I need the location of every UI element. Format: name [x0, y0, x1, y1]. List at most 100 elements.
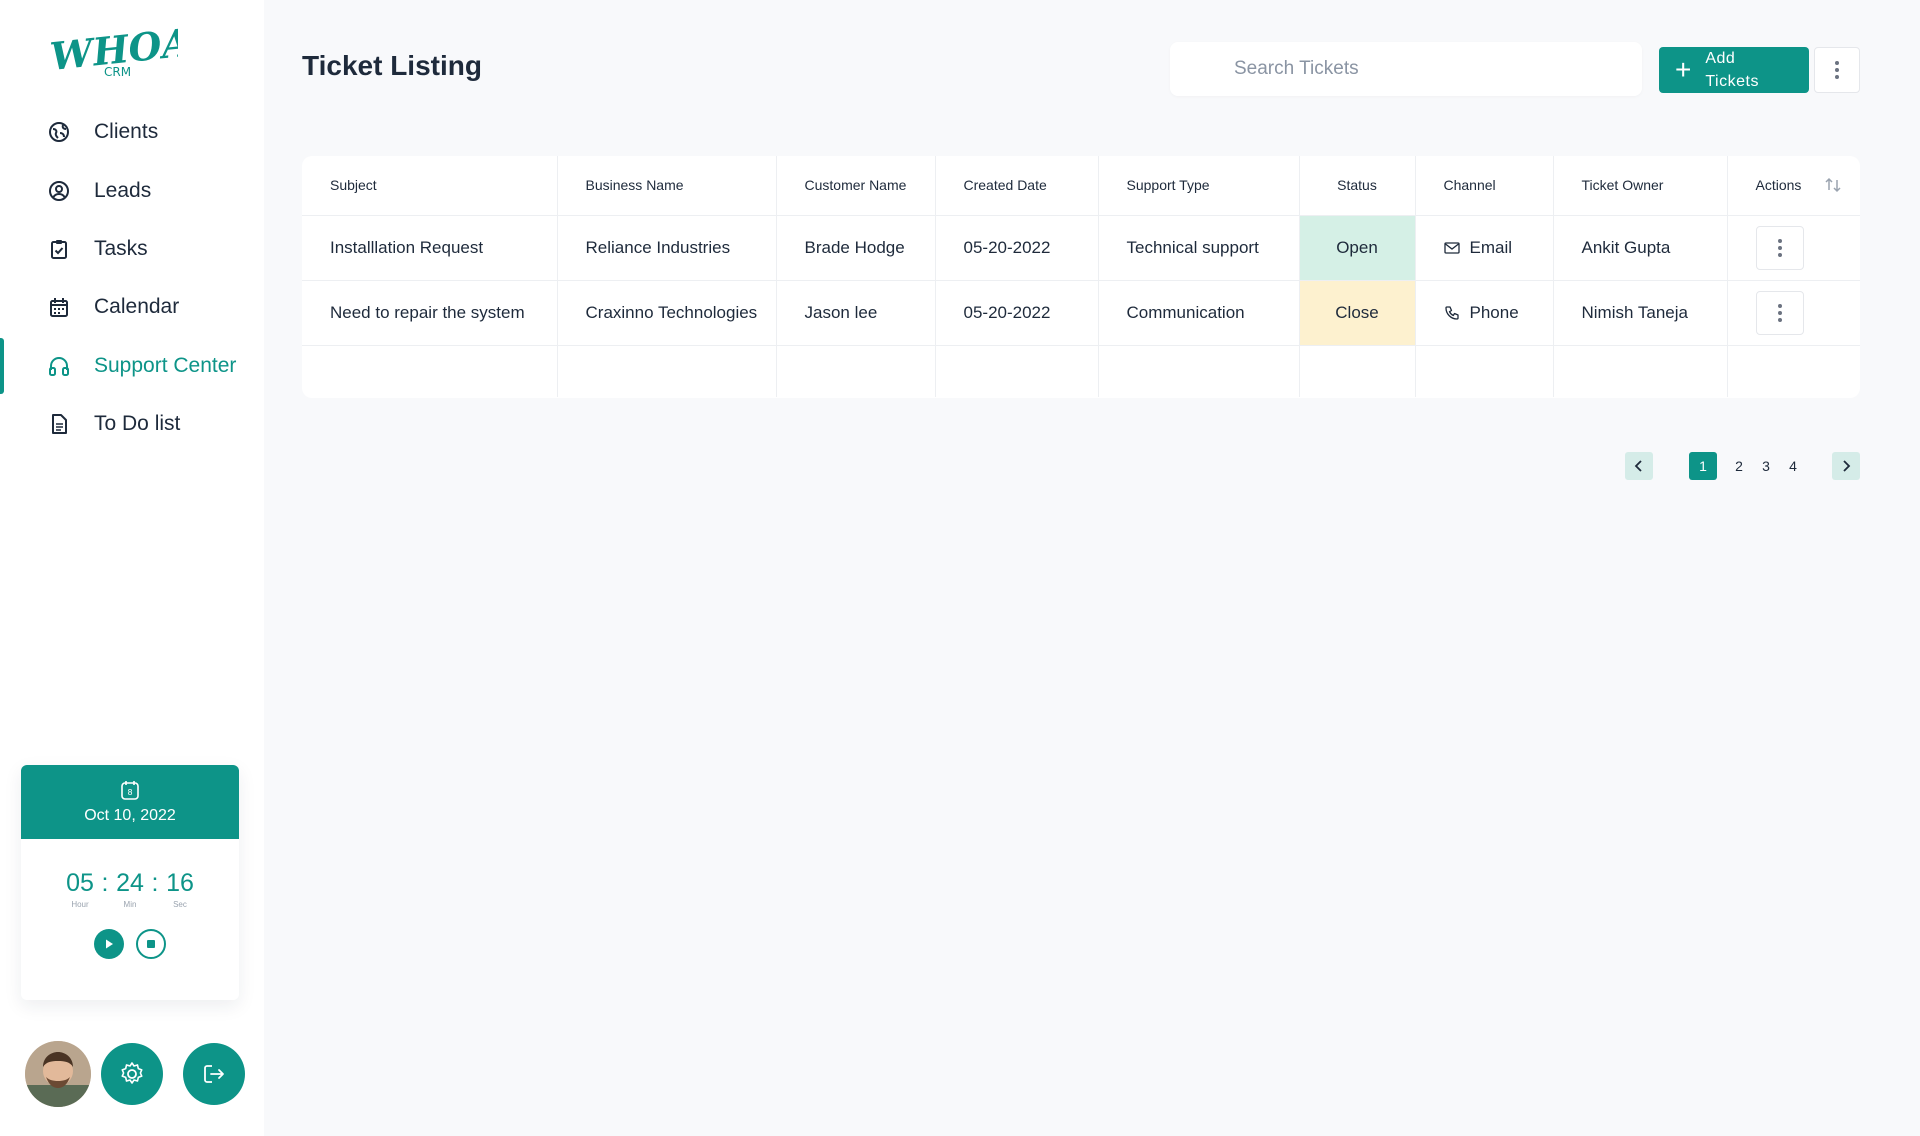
globe-icon: [48, 121, 70, 143]
add-tickets-label-line1: Add: [1705, 50, 1736, 67]
column-header-created-date[interactable]: Created Date: [935, 156, 1099, 216]
pagination-page-4[interactable]: 4: [1779, 452, 1807, 480]
empty-cell: [1299, 345, 1416, 397]
chevron-left-icon: [1634, 460, 1642, 472]
sidebar-item-to-do-list[interactable]: To Do list: [0, 396, 264, 452]
sidebar-item-support-center[interactable]: Support Center: [0, 338, 264, 394]
column-header-customer-name[interactable]: Customer Name: [776, 156, 936, 216]
timer-separator: :: [101, 869, 109, 897]
status-badge: Open: [1299, 215, 1416, 281]
cell-customer-name: Brade Hodge: [776, 215, 936, 281]
column-header-status[interactable]: Status: [1299, 156, 1416, 216]
table-row[interactable]: Installlation Request Reliance Industrie…: [302, 215, 1860, 281]
settings-button[interactable]: [101, 1043, 163, 1105]
table-empty-row: [302, 345, 1860, 397]
cell-business-name: Reliance Industries: [557, 215, 777, 281]
timer-play-button[interactable]: [94, 929, 124, 959]
cell-customer-name: Jason lee: [776, 280, 936, 346]
gear-icon: [121, 1062, 143, 1084]
timer-hours-label: Hour: [71, 900, 89, 909]
cell-support-type: Technical support: [1098, 215, 1300, 281]
phone-icon: [1444, 305, 1459, 320]
timer-seconds: 16: [166, 869, 194, 897]
timer-minutes: 24: [116, 869, 144, 897]
sidebar-item-label: Tasks: [94, 237, 148, 260]
sidebar-item-label: Clients: [94, 120, 159, 143]
headphones-icon: [48, 355, 70, 377]
row-actions-button[interactable]: [1755, 290, 1804, 335]
pagination-prev-button[interactable]: [1625, 452, 1653, 480]
user-circle-icon: [48, 180, 70, 202]
timer-date: Oct 10, 2022: [84, 807, 176, 824]
calendar-icon: [48, 296, 70, 318]
column-header-channel[interactable]: Channel: [1415, 156, 1554, 216]
cell-ticket-owner: Ankit Gupta: [1553, 215, 1728, 281]
timer-separator: :: [151, 869, 159, 897]
empty-cell: [1727, 345, 1860, 397]
column-header-ticket-owner[interactable]: Ticket Owner: [1553, 156, 1728, 216]
page-title: Ticket Listing: [302, 50, 482, 81]
channel-label: Email: [1469, 237, 1513, 257]
cell-created-date: 05-20-2022: [935, 215, 1099, 281]
actions-header-label: Actions: [1755, 177, 1802, 194]
status-badge: Close: [1299, 280, 1416, 346]
avatar[interactable]: [25, 1041, 91, 1107]
chevron-right-icon: [1843, 460, 1851, 472]
cell-actions: [1727, 280, 1860, 346]
cell-subject: Need to repair the system: [302, 280, 558, 346]
more-vertical-icon: [1777, 238, 1782, 257]
empty-cell: [935, 345, 1099, 397]
column-header-subject[interactable]: Subject: [302, 156, 558, 216]
sidebar-item-label: Leads: [94, 179, 152, 202]
column-header-business-name[interactable]: Business Name: [557, 156, 777, 216]
logout-button[interactable]: [183, 1043, 245, 1105]
document-icon: [48, 413, 70, 435]
table-row[interactable]: Need to repair the system Craxinno Techn…: [302, 280, 1860, 346]
empty-cell: [302, 345, 558, 397]
timer-hours: 05: [66, 869, 94, 897]
play-icon: [106, 939, 113, 949]
stop-icon: [147, 940, 155, 948]
sidebar-item-label: Calendar: [94, 295, 180, 318]
calendar-day-icon: 8: [121, 781, 139, 800]
sidebar-item-clients[interactable]: Clients: [0, 104, 264, 160]
tickets-table-card: Subject Business Name Customer Name Crea…: [302, 156, 1860, 398]
sidebar-item-label: Support Center: [94, 354, 237, 377]
add-tickets-button[interactable]: + Add Tickets: [1659, 47, 1809, 93]
cell-ticket-owner: Nimish Taneja: [1553, 280, 1728, 346]
empty-cell: [557, 345, 777, 397]
cell-channel: Email: [1415, 215, 1554, 281]
sidebar-item-calendar[interactable]: Calendar: [0, 279, 264, 335]
whoa-crm-logo[interactable]: WHOA! CRM: [48, 20, 178, 80]
sort-icon[interactable]: [1824, 176, 1842, 194]
more-options-button[interactable]: [1814, 47, 1860, 93]
table-header-row: Subject Business Name Customer Name Crea…: [302, 156, 1860, 216]
time-tracker-card: 8 Oct 10, 2022 05 Hour : 24 Min : 16 Sec: [21, 765, 239, 1000]
cell-support-type: Communication: [1098, 280, 1300, 346]
clipboard-check-icon: [48, 238, 70, 260]
empty-cell: [776, 345, 936, 397]
sidebar-item-leads[interactable]: Leads: [0, 163, 264, 219]
time-tracker-header: 8 Oct 10, 2022: [21, 765, 239, 839]
pagination-page-3[interactable]: 3: [1752, 452, 1780, 480]
svg-text:CRM: CRM: [104, 65, 131, 79]
empty-cell: [1415, 345, 1554, 397]
column-header-support-type[interactable]: Support Type: [1098, 156, 1300, 216]
timer-seconds-label: Sec: [173, 900, 187, 909]
pagination-page-2[interactable]: 2: [1725, 452, 1753, 480]
tickets-table: Subject Business Name Customer Name Crea…: [302, 156, 1860, 397]
search-input[interactable]: [1170, 42, 1642, 96]
plus-icon: +: [1675, 54, 1692, 85]
sidebar-item-tasks[interactable]: Tasks: [0, 221, 264, 277]
user-avatar-image: [25, 1041, 91, 1107]
timer-stop-button[interactable]: [136, 929, 166, 959]
timer-minutes-label: Min: [123, 900, 137, 909]
sidebar-item-label: To Do list: [94, 412, 181, 435]
pagination-next-button[interactable]: [1832, 452, 1860, 480]
mail-icon: [1443, 241, 1460, 254]
channel-label: Phone: [1469, 302, 1519, 322]
calendar-day-number: 8: [127, 788, 132, 797]
empty-cell: [1553, 345, 1728, 397]
row-actions-button[interactable]: [1755, 225, 1804, 270]
pagination-page-1[interactable]: 1: [1689, 452, 1717, 480]
